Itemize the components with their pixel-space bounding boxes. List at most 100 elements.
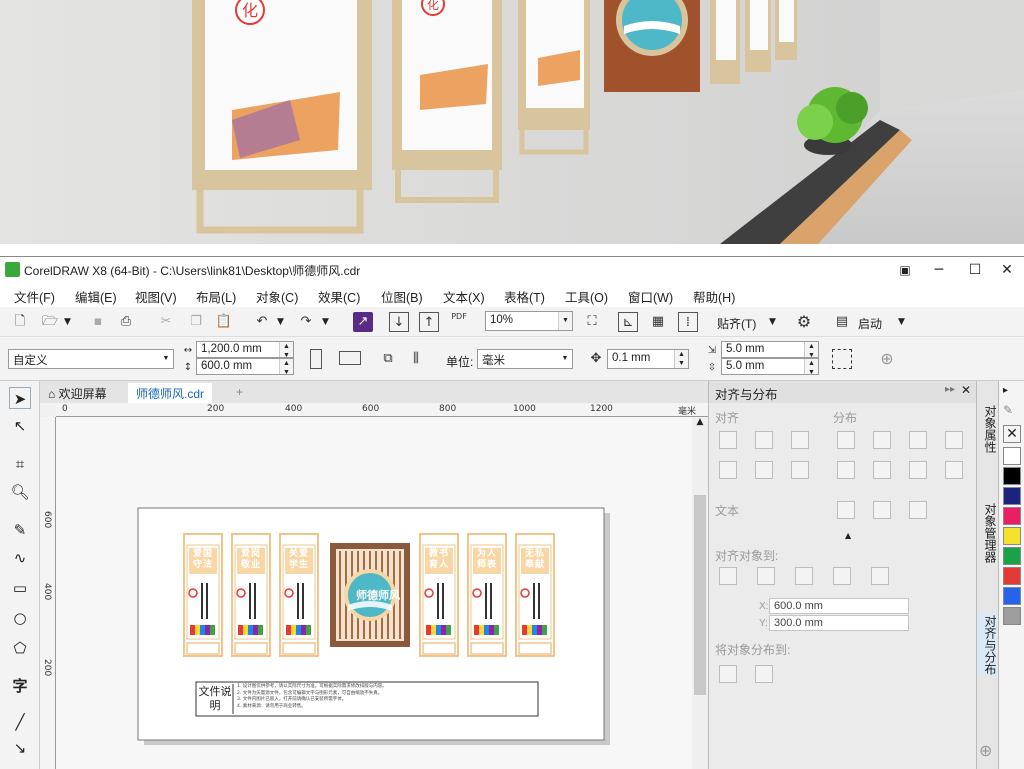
full-screen-icon[interactable]: ⛶ [582,312,602,332]
collapse-arrow-icon[interactable]: ▲ [845,531,851,540]
new-document-icon[interactable]: 🗋 [10,312,30,332]
menu-table[interactable]: 表格(T) [504,287,545,306]
profile-icon[interactable]: ▣ [890,259,920,281]
publish-pdf-icon[interactable]: PDF [449,312,469,332]
cut-icon[interactable]: ✂ [156,312,176,332]
distribute-bottom-icon[interactable] [909,461,927,479]
docker-expand-icon[interactable]: ▸▸ [945,384,955,395]
scroll-thumb[interactable] [694,495,706,695]
minimize-button[interactable]: ─ [924,259,954,281]
side-tab-object-manager[interactable]: 对象管理器 [977,501,999,563]
align-bottom-icon[interactable] [791,461,809,479]
align-left-icon[interactable] [719,431,737,449]
distribute-page-icon[interactable] [755,665,773,683]
units-dropdown-icon[interactable]: ▼ [558,350,572,368]
page-size-preset[interactable]: 自定义 ▼ [8,349,174,369]
zoom-dropdown-icon[interactable]: ▼ [558,312,572,330]
menu-tools[interactable]: 工具(O) [565,287,608,306]
text-tool-icon[interactable]: 字 [9,675,31,697]
side-tab-object-properties[interactable]: 对象属性 [977,403,999,453]
curve-tool-icon[interactable]: ∿ [9,547,31,569]
nudge-distance-field[interactable]: 0.1 mm ▲ ▼ [607,349,689,369]
color-swatch[interactable] [1003,507,1021,525]
search-content-icon[interactable]: ↗ [353,312,373,332]
text-first-baseline-icon[interactable] [837,501,855,519]
open-dropdown-icon[interactable]: ▼ [64,317,71,327]
menu-file[interactable]: 文件(F) [14,287,55,306]
undo-icon[interactable]: ↶ [252,312,272,332]
align-center-h-icon[interactable] [755,431,773,449]
zoom-tool-icon[interactable]: 🔍︎ [9,481,31,503]
align-to-point-icon[interactable] [871,567,889,585]
menu-help[interactable]: 帮助(H) [693,287,735,306]
show-rulers-icon[interactable]: ⊾ [618,312,638,332]
add-docker-icon[interactable]: ⊕ [979,741,992,760]
connector-tool-icon[interactable]: ↘ [9,737,31,759]
color-swatch[interactable] [1003,487,1021,505]
docker-close-icon[interactable]: ✕ [961,383,971,397]
menu-bitmaps[interactable]: 位图(B) [381,287,423,306]
paste-icon[interactable]: 📋 [214,312,234,332]
print-icon[interactable]: ⎙ [116,312,136,332]
dup-x-stepper[interactable]: ▲ ▼ [804,342,818,359]
page-height-field[interactable]: 600.0 mm ▲ ▼ [196,358,294,376]
distribute-spacing-v-icon[interactable] [945,461,963,479]
snap-dropdown-icon[interactable]: ▼ [769,317,776,327]
vertical-scrollbar[interactable]: ▲ [692,417,708,769]
landscape-icon[interactable] [339,351,361,365]
width-stepper[interactable]: ▲ ▼ [279,342,293,359]
color-swatch[interactable] [1003,527,1021,545]
align-to-active-object-icon[interactable] [719,567,737,585]
distribute-spacing-h-icon[interactable] [945,431,963,449]
distribute-right-icon[interactable] [909,431,927,449]
distribute-center-v-icon[interactable] [873,461,891,479]
height-stepper[interactable]: ▲ ▼ [279,359,293,376]
distribute-top-icon[interactable] [837,461,855,479]
crop-tool-icon[interactable]: ⌗ [9,453,31,475]
menu-layout[interactable]: 布局(L) [196,287,236,306]
export-icon[interactable]: ↑ [419,312,439,332]
tab-welcome[interactable]: ⌂ 欢迎屏幕 [40,383,115,403]
duplicate-y-field[interactable]: 5.0 mm ▲ ▼ [721,358,819,376]
units-select[interactable]: 毫米 ▼ [477,349,573,369]
menu-effects[interactable]: 效果(C) [318,287,360,306]
dup-y-stepper[interactable]: ▲ ▼ [804,359,818,376]
distribute-left-icon[interactable] [837,431,855,449]
save-icon[interactable]: ▪ [88,312,108,332]
undo-dropdown-icon[interactable]: ▼ [277,317,284,327]
launch-dropdown-icon[interactable]: ▼ [898,317,905,327]
color-swatch[interactable] [1003,607,1021,625]
snap-to-dropdown[interactable]: 贴齐(T) [717,315,756,332]
side-tab-align-distribute[interactable]: 对齐与分布 [977,613,999,675]
align-x-field[interactable]: 600.0 mm [769,598,909,614]
add-preset-icon[interactable]: ⊕ [877,349,897,369]
color-swatch[interactable] [1003,447,1021,465]
color-swatch[interactable] [1003,547,1021,565]
align-top-icon[interactable] [719,461,737,479]
palette-menu-icon[interactable]: ▸ [1003,385,1008,396]
show-grid-icon[interactable]: ▦ [648,312,668,332]
align-to-page-center-icon[interactable] [795,567,813,585]
launch-dropdown[interactable]: 启动 [858,315,882,332]
distribute-selection-icon[interactable] [719,665,737,683]
launcher-icon[interactable]: ▤ [832,312,852,332]
color-swatch[interactable] [1003,567,1021,585]
redo-dropdown-icon[interactable]: ▼ [322,317,329,327]
text-last-baseline-icon[interactable] [873,501,891,519]
text-bounding-box-icon[interactable] [909,501,927,519]
align-to-grid-icon[interactable] [833,567,851,585]
menu-window[interactable]: 窗口(W) [628,287,673,306]
eyedropper-icon[interactable]: ✎ [1003,403,1013,417]
scroll-up-icon[interactable]: ▲ [692,417,708,427]
align-center-v-icon[interactable] [755,461,773,479]
import-icon[interactable]: ↓ [389,312,409,332]
page-width-field[interactable]: 1,200.0 mm ▲ ▼ [196,341,294,359]
all-pages-icon[interactable]: ⧉ [378,349,398,369]
current-page-icon[interactable]: ⫼ [406,349,426,369]
close-button[interactable]: ✕ [992,259,1022,281]
rectangle-tool-icon[interactable]: ▭ [9,577,31,599]
distribute-center-h-icon[interactable] [873,431,891,449]
menu-edit[interactable]: 编辑(E) [75,287,117,306]
treat-as-filled-icon[interactable] [832,349,852,369]
open-folder-icon[interactable]: 🗁 [40,312,60,332]
